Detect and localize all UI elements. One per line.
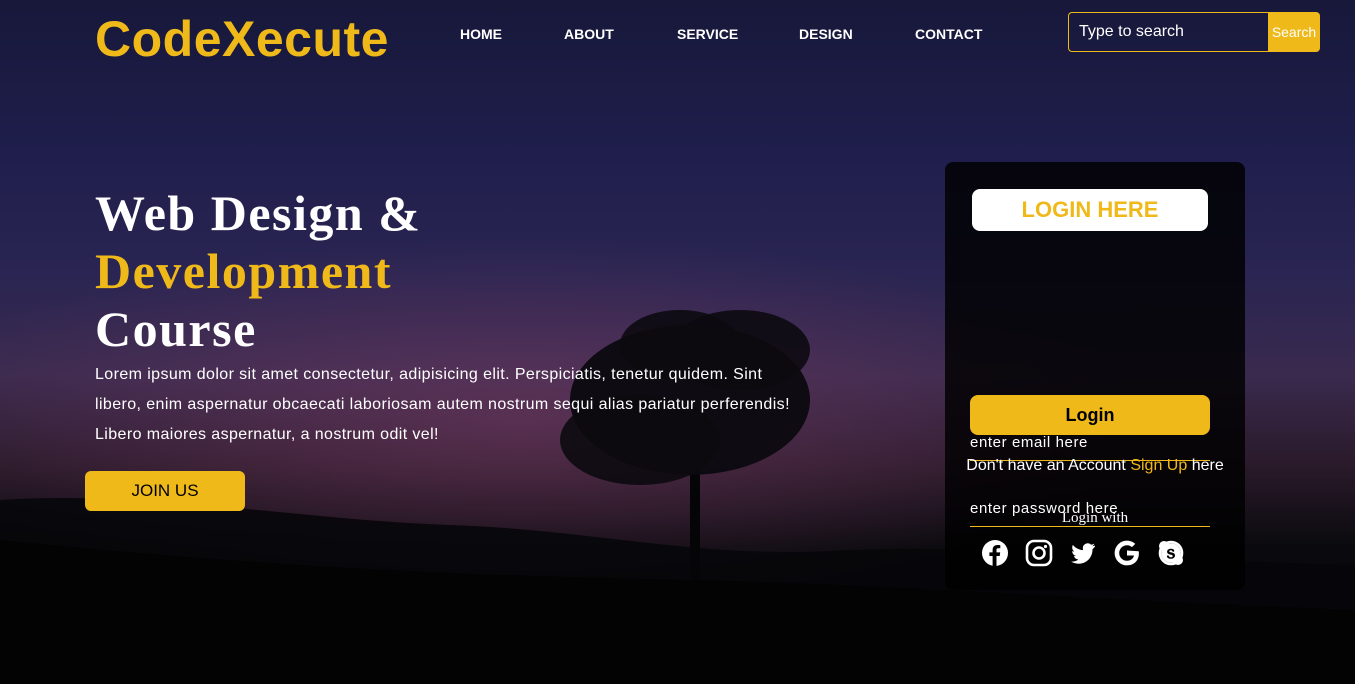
login-with-label: Login with <box>1061 510 1129 526</box>
google-icon[interactable] <box>1113 539 1141 567</box>
instagram-icon[interactable] <box>1025 539 1053 567</box>
hero-description: Lorem ipsum dolor sit amet consectetur, … <box>95 366 790 443</box>
join-us-button[interactable]: JOIN US <box>85 471 245 511</box>
hero-title: Web Design & Development Course <box>95 184 815 358</box>
login-title: LOGIN HERE <box>972 189 1208 231</box>
login-button[interactable]: Login <box>970 395 1210 435</box>
facebook-icon[interactable] <box>981 539 1009 567</box>
brand-logo[interactable]: CodeXecute <box>95 10 389 68</box>
nav-item-design[interactable]: DESIGN <box>799 26 853 42</box>
hero-title-line2: Development <box>95 243 392 299</box>
signup-suffix: here <box>1187 457 1224 474</box>
search-input[interactable] <box>1068 12 1268 52</box>
hero-section: Web Design & Development Course Lorem ip… <box>95 184 815 450</box>
nav-item-about[interactable]: ABOUT <box>564 26 614 42</box>
signup-link[interactable]: Sign Up <box>1130 457 1187 474</box>
hero-title-line1: Web Design & <box>95 185 422 241</box>
social-login-icons <box>981 539 1185 567</box>
twitter-icon[interactable] <box>1069 539 1097 567</box>
hero-title-line3: Course <box>95 301 257 357</box>
login-panel: LOGIN HERE Login Don't have an Account S… <box>945 162 1245 590</box>
nav-item-service[interactable]: SERVICE <box>677 26 738 42</box>
nav-item-contact[interactable]: CONTACT <box>915 26 982 42</box>
search-bar: Search <box>1068 12 1320 52</box>
signup-text: Don't have an Account Sign Up here <box>965 456 1225 476</box>
search-button[interactable]: Search <box>1268 12 1320 52</box>
nav-item-home[interactable]: HOME <box>460 26 502 42</box>
signup-prefix: Don't have an Account <box>966 457 1131 474</box>
skype-icon[interactable] <box>1157 539 1185 567</box>
